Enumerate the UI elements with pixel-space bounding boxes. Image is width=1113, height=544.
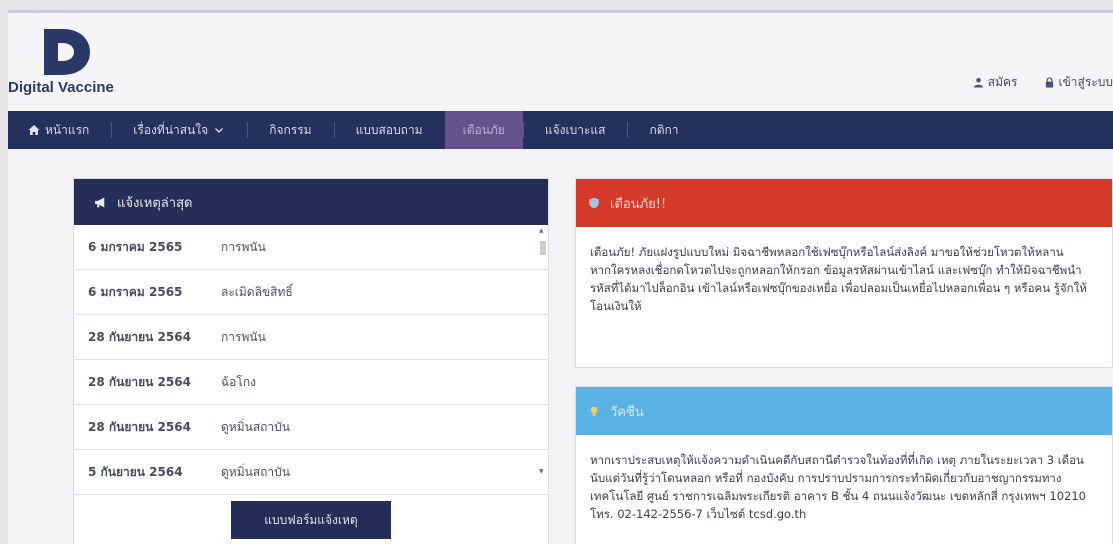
report-form-button[interactable]: แบบฟอร์มแจ้งเหตุ — [231, 501, 391, 539]
login-label: เข้าสู่ระบบ — [1058, 75, 1113, 89]
warning-card-title: เตือนภัย!! — [610, 196, 667, 212]
vaccine-card: วัคซีน หากเราประสบเหตุให้แจ้งความดำเนินค… — [575, 386, 1113, 544]
chevron-down-icon — [215, 128, 224, 133]
warning-card-body: เตือนภัย! ภัยแฝงรูปแบบใหม่ มิจฉาชีพหลอกใ… — [590, 245, 1087, 313]
home-icon — [28, 125, 40, 135]
nav-rules[interactable]: กติกา — [627, 111, 700, 149]
incident-type: ดูหมิ่นสถาบัน — [221, 464, 290, 479]
latest-incidents-header: แจ้งเหตุล่าสุด — [74, 179, 548, 225]
incident-date: 28 กันยายน 2564 — [88, 374, 191, 389]
incident-list-scrollbar[interactable]: ▲ ▼ — [538, 225, 548, 495]
incident-type: การพนัน — [221, 239, 266, 254]
vaccine-card-header: วัคซีน — [576, 387, 1112, 435]
shield-icon — [589, 197, 599, 209]
main-navbar: หน้าแรก เรื่องที่น่าสนใจ กิจกรรม แบบสอบถ… — [8, 111, 1113, 149]
nav-activities[interactable]: กิจกรรม — [247, 111, 333, 149]
scroll-up-arrow-icon[interactable]: ▲ — [539, 227, 544, 234]
brand-name: Digital Vaccine — [8, 79, 114, 96]
nav-interesting-label: เรื่องที่น่าสนใจ — [133, 122, 209, 137]
incident-date: 6 มกราคม 2565 — [88, 284, 183, 299]
incident-row[interactable]: 5 กันยายน 2564 ดูหมิ่นสถาบัน — [74, 450, 548, 495]
nav-home-label: หน้าแรก — [45, 122, 90, 137]
warning-card-header: เตือนภัย!! — [576, 179, 1112, 227]
megaphone-icon — [95, 197, 105, 207]
scroll-thumb[interactable] — [540, 241, 546, 255]
nav-warning-label: เตือนภัย — [462, 122, 505, 137]
lightbulb-icon — [590, 406, 598, 416]
nav-home[interactable]: หน้าแรก — [28, 111, 111, 149]
site-header: Digital Vaccine สมัคร เข้าสู่ระบบ — [8, 13, 1113, 111]
register-label: สมัคร — [987, 75, 1018, 89]
incident-date: 6 มกราคม 2565 — [88, 239, 183, 254]
incident-row[interactable]: 28 กันยายน 2564 การพนัน — [74, 315, 548, 360]
browser-viewport: Digital Vaccine สมัคร เข้าสู่ระบบ หน้าแร… — [8, 10, 1113, 544]
warning-card: เตือนภัย!! เตือนภัย! ภัยแฝงรูปแบบใหม่ มิ… — [575, 178, 1113, 368]
incident-type: ละเมิดลิขสิทธิ์ — [221, 284, 293, 299]
user-icon — [973, 77, 983, 88]
account-links: สมัคร เข้าสู่ระบบ — [973, 73, 1113, 92]
incident-type: การพนัน — [221, 329, 266, 344]
incident-list[interactable]: 6 มกราคม 2565 การพนัน 6 มกราคม 2565 ละเม… — [74, 225, 548, 495]
incident-row[interactable]: 28 กันยายน 2564 ดูหมิ่นสถาบัน — [74, 405, 548, 450]
nav-warning[interactable]: เตือนภัย — [444, 111, 523, 149]
nav-report-clue[interactable]: แจ้งเบาะแส — [522, 111, 628, 149]
vaccine-card-title: วัคซีน — [610, 404, 644, 420]
nav-activities-label: กิจกรรม — [269, 122, 312, 137]
incident-type: ดูหมิ่นสถาบัน — [221, 419, 290, 434]
lock-icon — [1045, 77, 1053, 88]
incident-row[interactable]: 6 มกราคม 2565 การพนัน — [74, 225, 548, 270]
logo-mark-icon — [44, 29, 90, 75]
vaccine-card-body: หากเราประสบเหตุให้แจ้งความดำเนินคดีกับสถ… — [590, 453, 1086, 521]
nav-report-clue-label: แจ้งเบาะแส — [544, 122, 606, 137]
right-column: เตือนภัย!! เตือนภัย! ภัยแฝงรูปแบบใหม่ มิ… — [575, 178, 1113, 544]
nav-interesting-dropdown[interactable]: เรื่องที่น่าสนใจ — [111, 111, 247, 149]
nav-survey[interactable]: แบบสอบถาม — [333, 111, 445, 149]
incident-date: 28 กันยายน 2564 — [88, 419, 191, 434]
login-link[interactable]: เข้าสู่ระบบ — [1044, 73, 1113, 92]
incident-row[interactable]: 6 มกราคม 2565 ละเมิดลิขสิทธิ์ — [74, 270, 548, 315]
scroll-down-arrow-icon[interactable]: ▼ — [539, 468, 544, 475]
incident-date: 5 กันยายน 2564 — [88, 464, 183, 479]
nav-survey-label: แบบสอบถาม — [355, 122, 423, 137]
latest-incidents-panel: แจ้งเหตุล่าสุด 6 มกราคม 2565 การพนัน 6 ม… — [73, 178, 549, 544]
incident-row[interactable]: 28 กันยายน 2564 ฉ้อโกง — [74, 360, 548, 405]
incident-type: ฉ้อโกง — [221, 374, 256, 389]
incident-date: 28 กันยายน 2564 — [88, 329, 191, 344]
latest-incidents-title: แจ้งเหตุล่าสุด — [117, 195, 193, 211]
site-logo[interactable]: Digital Vaccine — [8, 27, 168, 105]
nav-rules-label: กติกา — [649, 122, 679, 137]
register-link[interactable]: สมัคร — [973, 73, 1018, 92]
